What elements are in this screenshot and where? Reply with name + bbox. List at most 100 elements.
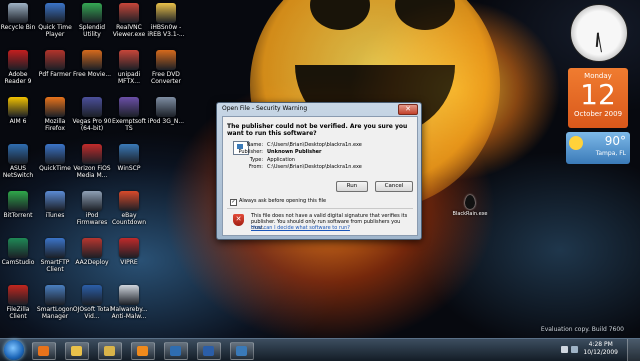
taskbar-button-vlc[interactable] [131, 342, 155, 360]
app-icon [82, 144, 102, 164]
word-icon [203, 346, 214, 356]
desktop-icon[interactable]: ASUS NetSwitch [0, 144, 38, 179]
taskbar-button-word[interactable] [197, 342, 221, 360]
app-icon [8, 238, 28, 258]
desktop-icon[interactable]: VIPRE [109, 238, 149, 266]
desktop-icon[interactable]: CamStudio [0, 238, 38, 266]
desktop-icon[interactable]: unipadi MFTX... [109, 50, 149, 85]
desktop-icon[interactable]: iHBSn0w -iREB V3.1-... [146, 3, 186, 38]
from-value: C:\Users\Brian\Desktop\blackra1n.exe [267, 164, 362, 170]
run-button[interactable]: Run [336, 181, 368, 192]
app-icon [156, 97, 176, 117]
desktop-icon[interactable]: Exemptsoft TS [109, 97, 149, 132]
help-link[interactable]: How can I decide what software to run? [251, 225, 350, 231]
app-icon [45, 238, 65, 258]
desktop-icon[interactable]: SmartLogon Manager [35, 285, 75, 320]
always-ask-checkbox[interactable]: ✓ [230, 199, 237, 206]
desktop-icon[interactable]: iPod Firmwares [72, 191, 112, 226]
tray-date: 10/12/2009 [583, 349, 618, 356]
app-icon [45, 97, 65, 117]
desktop-icon[interactable]: Malwareby... Anti-Malw... [109, 285, 149, 320]
desktop-icon[interactable]: OJOsoft Total Vid... [72, 285, 112, 320]
weather-gadget[interactable]: 90° Tampa, FL [566, 132, 630, 164]
desktop-icon[interactable]: Mozilla Firefox [35, 97, 75, 132]
desktop-icon-label: AA2Deploy [75, 259, 109, 266]
desktop-icon[interactable]: WinSCP [109, 144, 149, 172]
type-key: Type: [249, 157, 263, 163]
app-icon [45, 285, 65, 305]
desktop-icon[interactable]: RealVNC Viewer.exe [109, 3, 149, 38]
desktop-icon-label: iTunes [45, 212, 65, 219]
app-icon [8, 50, 28, 70]
desktop-icon[interactable]: iTunes [35, 191, 75, 219]
desktop-icon-label: FileZilla Client [6, 306, 30, 320]
calendar-gadget[interactable]: Monday 12 October 2009 [568, 68, 628, 128]
windows-explorer-folder-icon [104, 346, 115, 356]
dialog-divider [227, 208, 413, 209]
show-desktop-button[interactable] [627, 339, 640, 361]
shield-warning-icon: ✕ [233, 214, 244, 226]
desktop-icon-label: Vegas Pro 90 (64-bit) [72, 118, 112, 132]
always-ask-label[interactable]: Always ask before opening this file [239, 198, 326, 204]
app-icon [45, 3, 65, 23]
desktop-icon[interactable]: Splendid Utility [72, 3, 112, 38]
desktop-icon[interactable]: AA2Deploy [72, 238, 112, 266]
app-icon [156, 3, 176, 23]
close-button[interactable]: ✕ [398, 104, 418, 115]
desktop-icon[interactable]: Free DVD Converter [146, 50, 186, 85]
desktop-icon-label: Adobe Reader 9 [4, 71, 32, 85]
desktop-icon[interactable]: Free Movie... [72, 50, 112, 78]
desktop-icon-label: iHBSn0w -iREB V3.1-... [147, 24, 185, 38]
taskbar: 4:28 PM 10/12/2009 [0, 338, 640, 361]
desktop-icon[interactable]: SmartFTP Client [35, 238, 75, 273]
taskbar-button-remote-app[interactable] [230, 342, 254, 360]
raindrop-icon [465, 195, 475, 209]
cancel-button[interactable]: Cancel [375, 181, 413, 192]
blackrain-shortcut[interactable]: BlackRain.exe [450, 195, 490, 217]
desktop-icon[interactable]: AIM 6 [0, 97, 38, 125]
clock-gadget[interactable] [570, 4, 628, 62]
taskbar-button-firefox[interactable] [32, 342, 56, 360]
blackrain-shortcut-label: BlackRain.exe [452, 211, 488, 217]
app-icon [119, 97, 139, 117]
desktop-icon[interactable]: Verizon FiOS Media M... [72, 144, 112, 179]
app-icon [119, 3, 139, 23]
desktop-icon-label: Verizon FiOS Media M... [73, 165, 111, 179]
desktop-icon-label: VIPRE [120, 259, 138, 266]
app-icon [119, 50, 139, 70]
volume-icon[interactable] [571, 346, 578, 353]
app-icon [45, 191, 65, 211]
app-icon [156, 50, 176, 70]
smiley-right-eye [395, 0, 455, 30]
desktop-icon[interactable]: Quick Time Player [35, 3, 75, 38]
from-key: From: [248, 164, 263, 170]
app-icon [8, 191, 28, 211]
tray-clock[interactable]: 4:28 PM 10/12/2009 [583, 341, 618, 357]
desktop-icon[interactable]: iPod 3G_N... [146, 97, 186, 125]
network-icon[interactable] [561, 346, 568, 353]
taskbar-button-windows-explorer-folder[interactable] [98, 342, 122, 360]
desktop-icon[interactable]: Pdf Farmer [35, 50, 75, 78]
name-key: Name: [246, 142, 263, 148]
desktop-icon-label: Quick Time Player [38, 24, 72, 38]
desktop-icon[interactable]: Vegas Pro 90 (64-bit) [72, 97, 112, 132]
weather-city: Tampa, FL [595, 150, 626, 157]
sun-icon [569, 136, 583, 150]
desktop-icon[interactable]: Adobe Reader 9 [0, 50, 38, 85]
desktop-icon[interactable]: FileZilla Client [0, 285, 38, 320]
desktop-icon-label: SmartLogon Manager [36, 306, 74, 320]
desktop-icon[interactable]: QuickTime [35, 144, 75, 172]
taskbar-button-media-player[interactable] [164, 342, 188, 360]
desktop-icon[interactable]: eBay Countdown [109, 191, 149, 226]
start-button[interactable] [4, 340, 24, 360]
desktop-icon-label: Recycle Bin [0, 24, 36, 31]
desktop-icon-label: iPod Firmwares [76, 212, 108, 226]
desktop-icon-label: eBay Countdown [111, 212, 146, 226]
weather-temperature: 90° [604, 134, 626, 148]
app-icon [82, 238, 102, 258]
taskbar-button-explorer[interactable] [65, 342, 89, 360]
vlc-icon [137, 346, 148, 356]
desktop-icon-label: BitTorrent [3, 212, 33, 219]
desktop-icon[interactable]: Recycle Bin [0, 3, 38, 31]
desktop-icon[interactable]: BitTorrent [0, 191, 38, 219]
